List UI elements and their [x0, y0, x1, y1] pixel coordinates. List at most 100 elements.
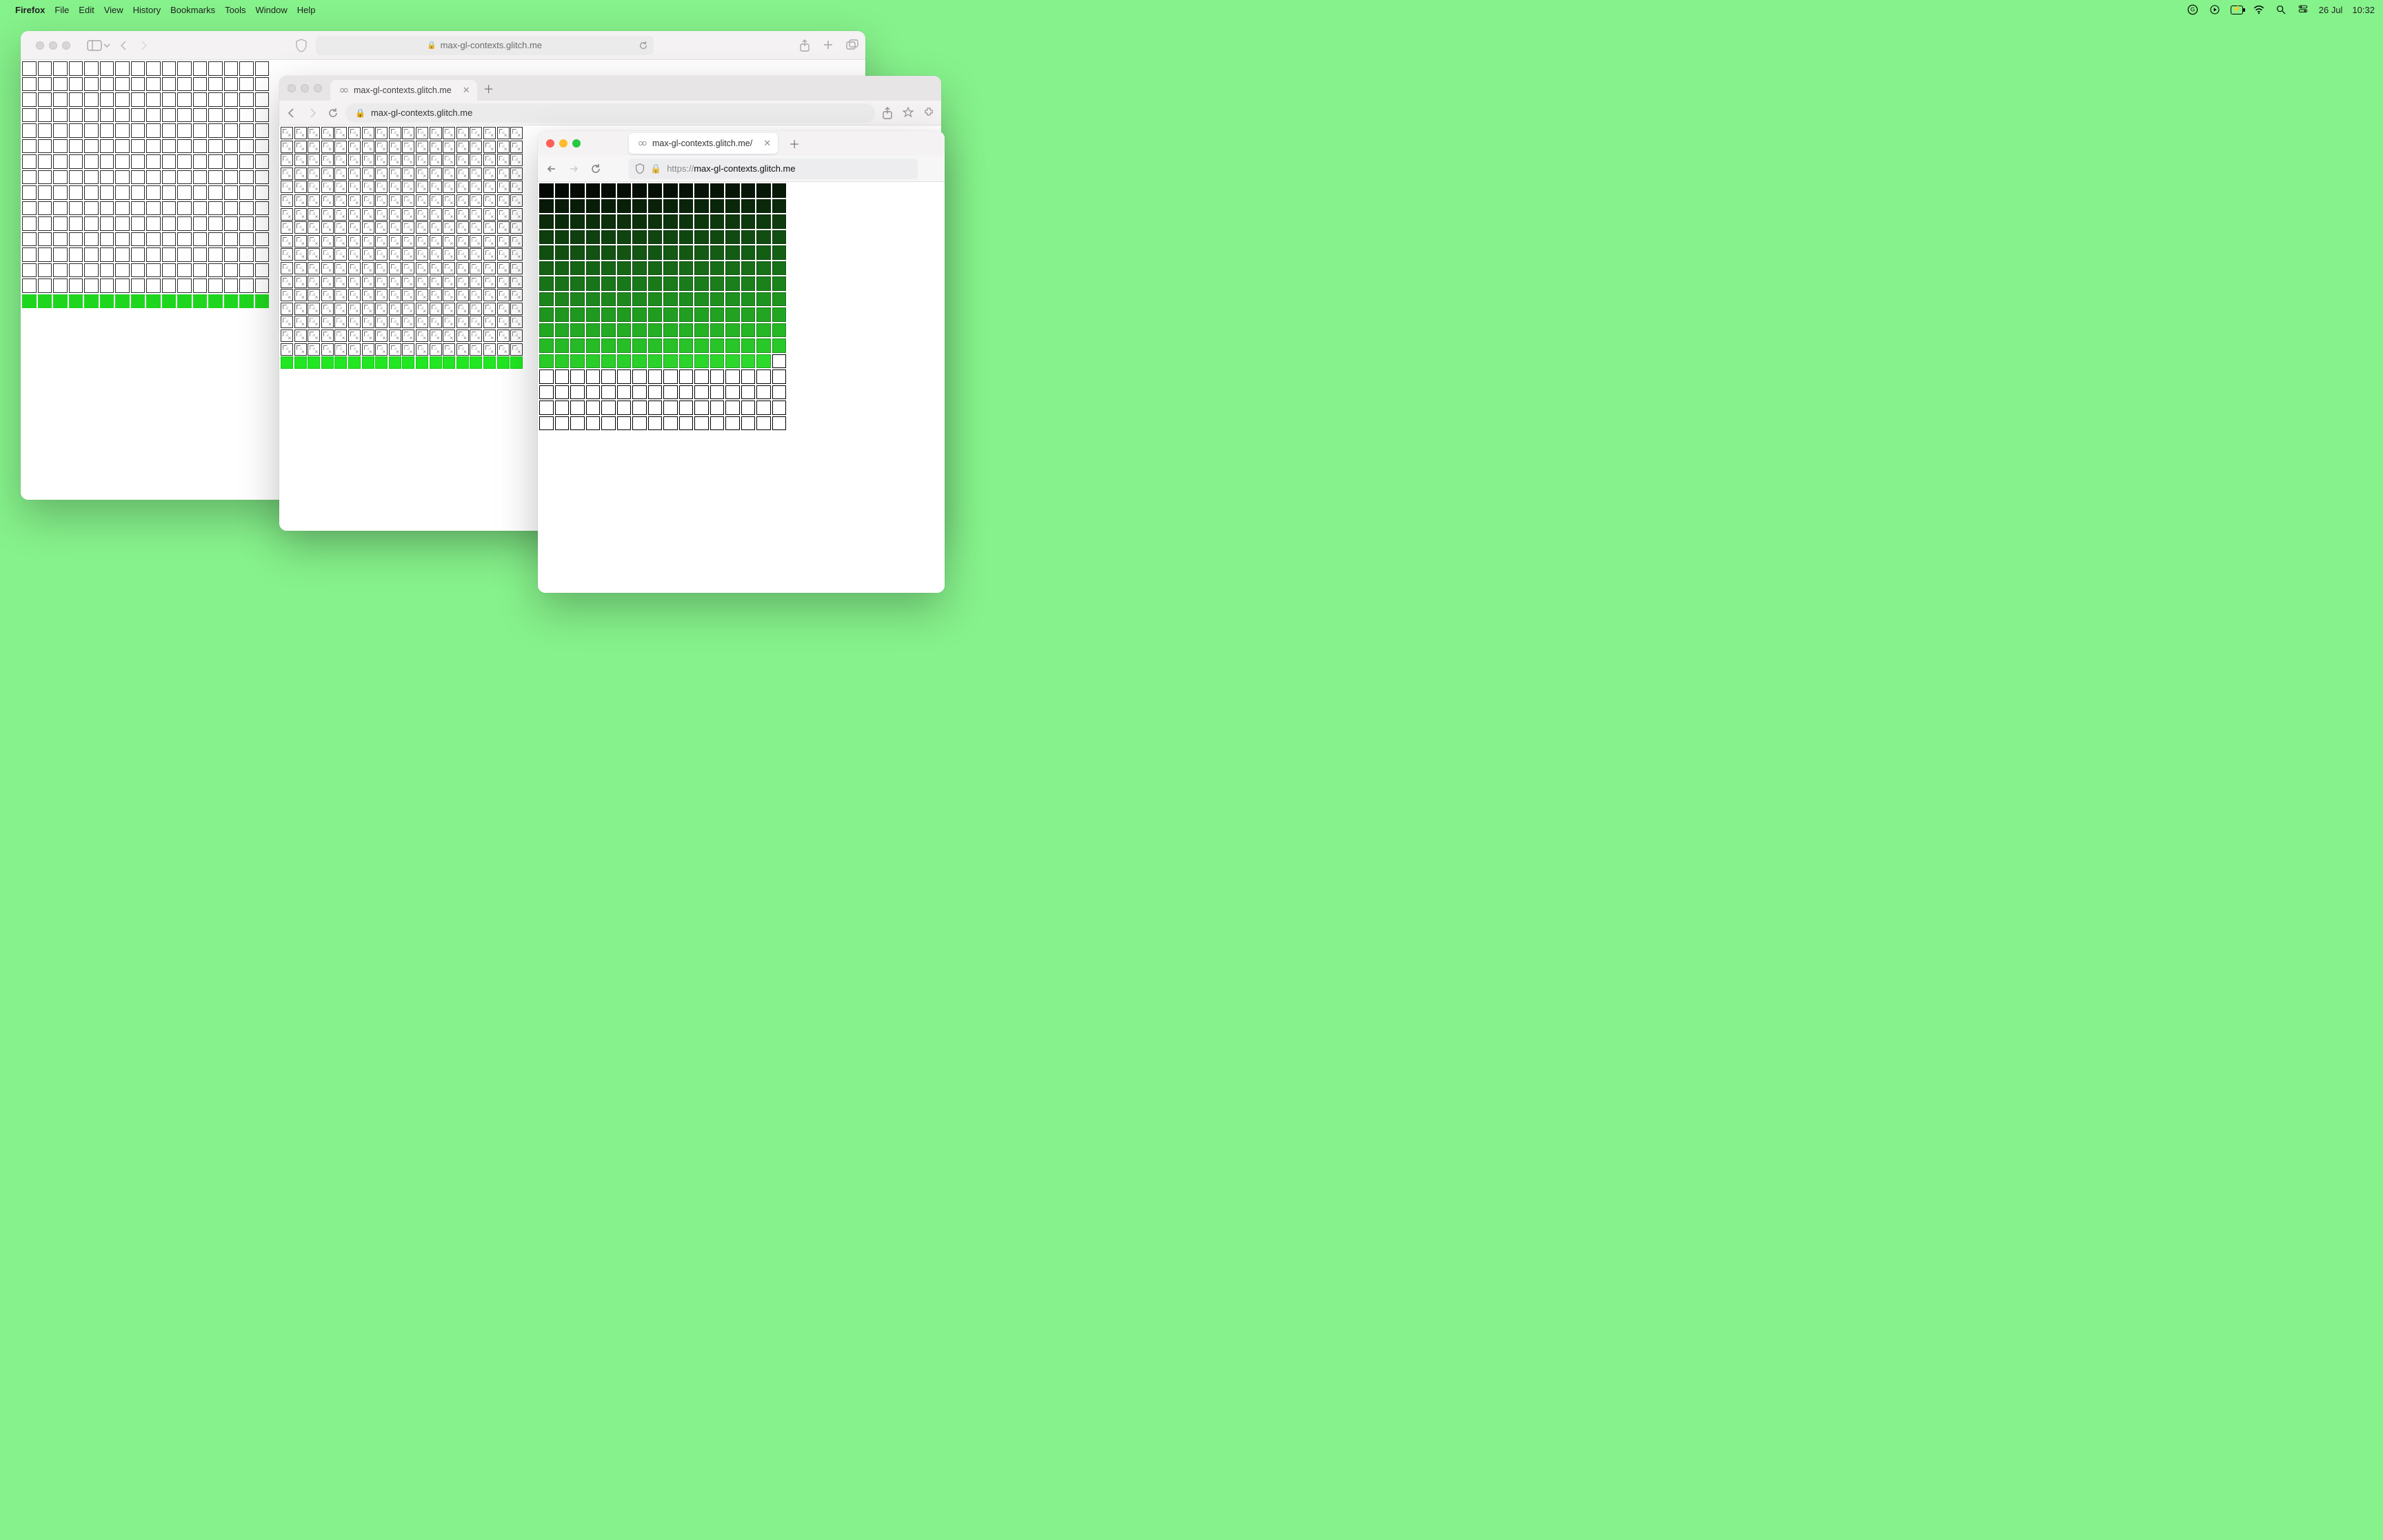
chrome-traffic-lights[interactable] [285, 84, 326, 92]
grid-cell [69, 77, 83, 92]
back-button[interactable] [546, 163, 557, 174]
grid-cell [69, 294, 83, 309]
grid-cell-broken [281, 194, 293, 207]
traffic-zoom[interactable] [314, 84, 322, 92]
grid-cell [308, 356, 320, 369]
grid-cell-broken [402, 343, 414, 356]
grid-cell [224, 216, 239, 231]
safari-address-bar[interactable]: 🔒 max-gl-contexts.glitch.me [316, 36, 654, 55]
back-button[interactable] [119, 40, 130, 51]
forward-button[interactable] [138, 40, 149, 51]
menu-bookmarks[interactable]: Bookmarks [170, 5, 215, 15]
traffic-close[interactable] [36, 41, 44, 50]
grid-cell [146, 201, 161, 216]
share-icon[interactable] [882, 107, 893, 119]
play-circle-icon[interactable] [2209, 3, 2221, 16]
menu-view[interactable]: View [104, 5, 123, 15]
grid-cell-broken [348, 181, 361, 193]
grid-cell-broken [308, 303, 320, 315]
share-icon[interactable] [799, 39, 810, 52]
reload-button[interactable] [590, 163, 601, 174]
grid-cell [84, 185, 99, 200]
grid-cell [555, 230, 570, 245]
grid-cell [756, 214, 771, 229]
traffic-minimize[interactable] [301, 84, 309, 92]
traffic-zoom[interactable] [572, 139, 581, 148]
menubar-time[interactable]: 10:32 [2352, 5, 2375, 15]
traffic-close[interactable] [288, 84, 296, 92]
grid-cell-broken [443, 194, 455, 207]
grammarly-icon[interactable]: G [2186, 3, 2199, 16]
menu-window[interactable]: Window [256, 5, 288, 15]
safari-traffic-lights[interactable] [28, 41, 79, 50]
grid-cell [586, 276, 601, 291]
traffic-minimize[interactable] [559, 139, 567, 148]
grid-cell-broken [308, 221, 320, 234]
wifi-icon[interactable] [2253, 3, 2265, 16]
grid-cell-broken [389, 208, 401, 221]
grid-cell [586, 199, 601, 214]
control-center-icon[interactable] [2297, 3, 2309, 16]
grid-cell [741, 183, 756, 198]
menu-file[interactable]: File [54, 5, 69, 15]
menubar-app-name[interactable]: Firefox [15, 5, 45, 15]
menubar-date[interactable]: 26 Jul [2319, 5, 2343, 15]
grid-cell [177, 139, 192, 154]
back-button[interactable] [286, 108, 297, 119]
chrome-new-tab-button[interactable]: ＋ [480, 79, 498, 97]
webgl-context-grid [538, 182, 945, 432]
menu-help[interactable]: Help [297, 5, 316, 15]
tracking-shield-icon[interactable] [635, 163, 645, 174]
grid-cell-broken [281, 330, 293, 342]
grid-cell-broken [456, 276, 469, 288]
chrome-tab[interactable]: max-gl-contexts.glitch.me ✕ [330, 80, 477, 101]
grid-cell-broken [510, 262, 523, 274]
traffic-close[interactable] [546, 139, 554, 148]
extensions-icon[interactable] [923, 107, 934, 118]
menu-tools[interactable]: Tools [225, 5, 245, 15]
grid-cell [679, 183, 694, 198]
grid-cell-broken [416, 289, 428, 301]
reload-icon[interactable] [639, 41, 648, 50]
close-tab-icon[interactable]: ✕ [763, 138, 771, 149]
grid-cell-broken [402, 208, 414, 221]
grid-cell-broken [470, 303, 482, 315]
grid-cell [710, 354, 725, 369]
tab-overview-icon[interactable] [846, 39, 858, 50]
firefox-new-tab-button[interactable]: ＋ [785, 134, 804, 153]
grid-cell [756, 354, 771, 369]
menu-history[interactable]: History [133, 5, 161, 15]
firefox-address-bar[interactable]: 🔒 https://max-gl-contexts.glitch.me [628, 159, 918, 179]
grid-cell [756, 416, 771, 431]
safari-sidebar-button[interactable] [87, 40, 110, 51]
spotlight-icon[interactable] [2275, 3, 2287, 16]
grid-cell [255, 61, 270, 76]
firefox-traffic-lights[interactable] [543, 139, 585, 148]
close-tab-icon[interactable]: ✕ [463, 85, 470, 96]
grid-cell-broken [334, 343, 347, 356]
grid-cell [239, 61, 254, 76]
grid-cell [539, 276, 554, 291]
firefox-window[interactable]: max-gl-contexts.glitch.me/ ✕ ＋ 🔒 https:/… [538, 131, 945, 593]
grid-cell [53, 294, 68, 309]
firefox-tab[interactable]: max-gl-contexts.glitch.me/ ✕ [629, 133, 778, 154]
privacy-shield-icon[interactable] [295, 39, 308, 52]
grid-cell-broken [362, 154, 374, 166]
grid-cell-broken [443, 168, 455, 180]
grid-cell-broken [334, 208, 347, 221]
chrome-omnibox[interactable]: 🔒 max-gl-contexts.glitch.me [345, 103, 875, 123]
reload-button[interactable] [328, 108, 339, 119]
grid-cell [193, 170, 208, 185]
forward-button[interactable] [568, 163, 579, 174]
traffic-zoom[interactable] [62, 41, 70, 50]
forward-button[interactable] [307, 108, 318, 119]
grid-cell [53, 139, 68, 154]
new-tab-icon[interactable] [823, 39, 834, 50]
grid-cell [539, 323, 554, 338]
menu-edit[interactable]: Edit [79, 5, 94, 15]
bookmark-star-icon[interactable] [903, 107, 914, 118]
battery-charging-icon[interactable]: ⚡ [2231, 3, 2243, 16]
grid-cell [100, 216, 114, 231]
grid-cell [663, 307, 678, 322]
traffic-minimize[interactable] [49, 41, 57, 50]
